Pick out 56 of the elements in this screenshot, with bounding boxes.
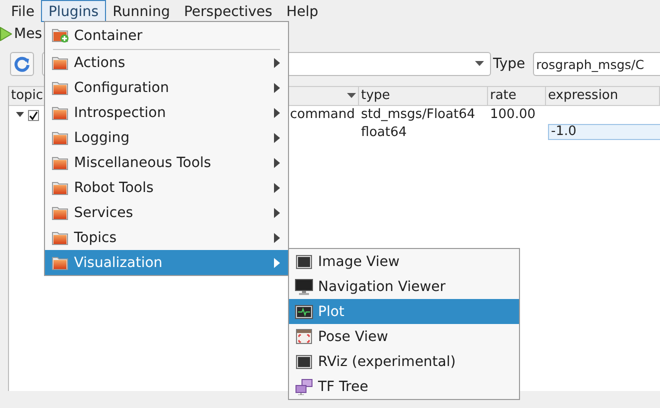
display-icon bbox=[295, 278, 313, 294]
menu-item[interactable]: TF Tree bbox=[289, 374, 519, 399]
menu-item[interactable]: Pose View bbox=[289, 324, 519, 349]
menu-item[interactable]: Navigation Viewer bbox=[289, 274, 519, 299]
column-header[interactable]: type bbox=[359, 87, 488, 105]
folder-icon bbox=[52, 256, 68, 270]
column-header[interactable]: expression bbox=[546, 87, 660, 105]
menu-item[interactable]: Introspection bbox=[45, 100, 288, 125]
pose-window-icon bbox=[296, 329, 312, 344]
menu-item[interactable]: Topics bbox=[45, 225, 288, 250]
sort-arrow-icon bbox=[347, 93, 356, 99]
menu-bar-item[interactable]: Running bbox=[106, 0, 177, 22]
folder-icon bbox=[52, 230, 68, 244]
network-icon bbox=[295, 378, 313, 394]
folder-icon bbox=[52, 156, 68, 170]
folder-icon bbox=[52, 180, 68, 194]
type-field[interactable]: rosgraph_msgs/C bbox=[533, 52, 660, 76]
table-cell-text: 100.00 bbox=[489, 106, 536, 124]
folder-icon bbox=[52, 130, 68, 144]
type-label: Type bbox=[493, 56, 526, 72]
plugin-title: Mes bbox=[14, 26, 42, 42]
menu-item[interactable]: Plot bbox=[289, 299, 519, 324]
folder-icon bbox=[52, 206, 68, 220]
menu-bar-item[interactable]: Help bbox=[279, 0, 326, 22]
refresh-icon bbox=[14, 56, 30, 72]
menu-item[interactable]: Container bbox=[45, 23, 288, 48]
menu-item[interactable]: Services bbox=[45, 200, 288, 225]
menu-item[interactable]: Image View bbox=[289, 249, 519, 274]
menu-item[interactable]: Miscellaneous Tools bbox=[45, 150, 288, 175]
monitor-icon bbox=[296, 354, 312, 368]
checkbox[interactable] bbox=[28, 110, 39, 120]
menu-bar-item[interactable]: File bbox=[4, 0, 42, 22]
play-icon bbox=[0, 27, 12, 41]
menu-bar-item[interactable]: Plugins bbox=[41, 0, 106, 22]
dropdown-arrow-icon bbox=[475, 61, 484, 67]
table-cell-text: float64 bbox=[360, 124, 408, 142]
column-header[interactable]: rate bbox=[488, 87, 546, 105]
table-cell-text: std_msgs/Float64 bbox=[360, 106, 476, 124]
menu-item[interactable]: Actions bbox=[45, 50, 288, 75]
plot-icon bbox=[295, 304, 313, 318]
menu-bar-item[interactable]: Perspectives bbox=[176, 0, 280, 22]
folder-icon bbox=[52, 106, 68, 120]
menu-item[interactable]: Visualization bbox=[45, 250, 288, 275]
menu-item[interactable]: RViz (experimental) bbox=[289, 349, 519, 374]
checkmark-icon bbox=[29, 110, 38, 120]
folder-icon bbox=[52, 80, 68, 94]
menu-item[interactable]: Robot Tools bbox=[45, 175, 288, 200]
menu-item[interactable]: Configuration bbox=[45, 75, 288, 100]
folder-plus-icon bbox=[52, 28, 68, 43]
monitor-icon bbox=[296, 254, 312, 268]
folder-icon bbox=[52, 56, 68, 70]
refresh-button[interactable] bbox=[10, 52, 34, 76]
table-cell: command bbox=[290, 106, 355, 124]
expression-field[interactable]: -1.0 bbox=[548, 124, 660, 140]
column-title: topic bbox=[11, 87, 44, 105]
menu-item[interactable]: Logging bbox=[45, 125, 288, 150]
